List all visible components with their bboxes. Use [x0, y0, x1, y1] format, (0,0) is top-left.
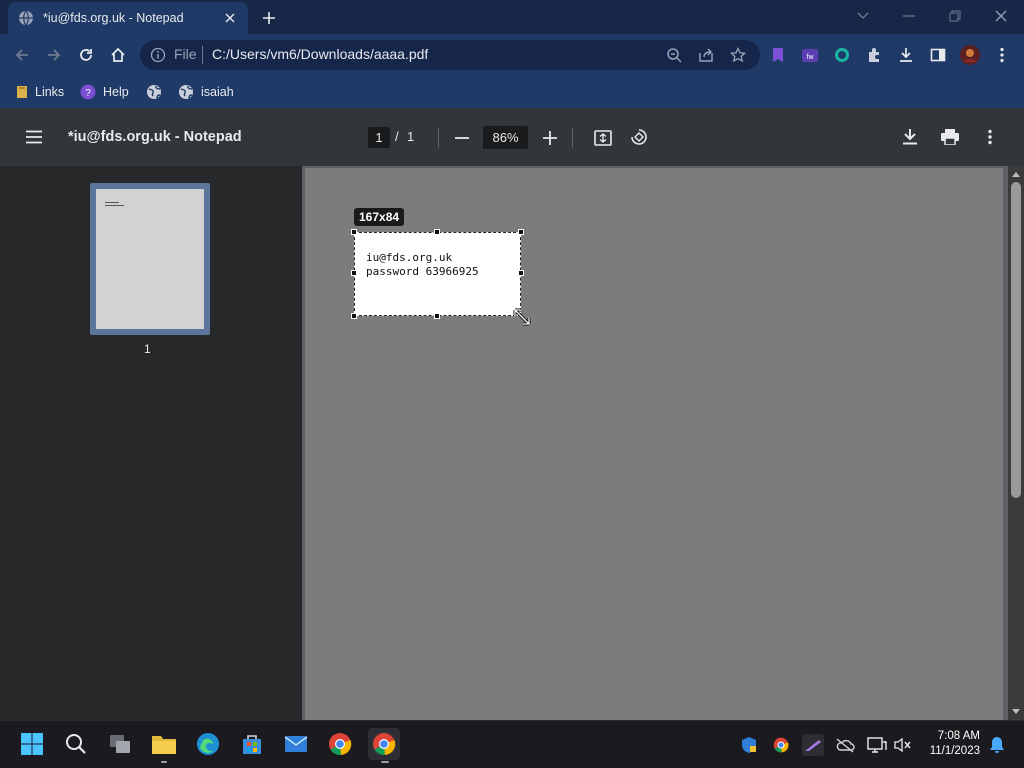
forward-icon[interactable]: [40, 41, 68, 69]
cloud-offline-icon[interactable]: [834, 734, 856, 756]
thumbnail-text-line: [105, 202, 119, 203]
bookmark-help[interactable]: ? Help: [80, 82, 129, 102]
task-view-icon[interactable]: [104, 728, 136, 760]
mail-icon[interactable]: [280, 728, 312, 760]
side-panel-icon[interactable]: [924, 41, 952, 69]
pdf-document-title: *iu@fds.org.uk - Notepad: [68, 129, 242, 145]
running-indicator: [381, 761, 389, 763]
bookmark-isaiah[interactable]: isaiah: [178, 82, 234, 102]
store-icon[interactable]: [236, 728, 268, 760]
file-explorer-icon[interactable]: [148, 728, 180, 760]
extension-fw-icon[interactable]: fw: [796, 41, 824, 69]
clock-time: 7:08 AM: [937, 730, 980, 742]
network-icon[interactable]: [866, 734, 888, 756]
fit-page-icon[interactable]: [589, 124, 617, 152]
resize-handle-left[interactable]: [351, 270, 357, 276]
reload-icon[interactable]: [72, 41, 100, 69]
rotate-icon[interactable]: [625, 123, 653, 151]
zoom-out-icon[interactable]: [448, 124, 476, 152]
share-icon[interactable]: [692, 41, 720, 69]
zoom-icon[interactable]: [660, 41, 688, 69]
scroll-down-icon[interactable]: [1010, 706, 1022, 718]
back-icon[interactable]: [8, 41, 36, 69]
new-tab-icon[interactable]: [258, 8, 280, 28]
download-icon[interactable]: [892, 41, 920, 69]
extensions-puzzle-icon[interactable]: [860, 41, 888, 69]
bookmark-label: isaiah: [201, 85, 234, 99]
home-icon[interactable]: [104, 41, 132, 69]
profile-avatar-icon[interactable]: [956, 41, 984, 69]
scrollbar-thumb[interactable]: [1011, 182, 1021, 498]
start-icon[interactable]: [16, 728, 48, 760]
running-indicator: [161, 761, 167, 763]
close-window-icon[interactable]: [978, 4, 1024, 28]
thumbnail-page-number: 1: [144, 342, 151, 356]
menu-kebab-icon[interactable]: [988, 41, 1016, 69]
svg-text:?: ?: [85, 88, 91, 99]
page-thumbnail[interactable]: [96, 189, 204, 329]
browser-tab[interactable]: *iu@fds.org.uk - Notepad: [8, 2, 248, 34]
globe-icon: [178, 84, 194, 100]
page-total: 1: [407, 129, 415, 144]
resize-handle-bottom[interactable]: [434, 313, 440, 319]
taskbar-clock[interactable]: 7:08 AM 11/1/2023: [918, 729, 980, 759]
resize-handle-bottom-left[interactable]: [351, 313, 357, 319]
page-number-input[interactable]: 1: [368, 127, 390, 148]
toolbar-divider: [572, 128, 573, 148]
bookmark-label: Links: [35, 85, 65, 99]
resize-cursor-icon: [512, 307, 532, 327]
extension-bookmark-icon[interactable]: [764, 41, 792, 69]
resize-handle-top[interactable]: [434, 229, 440, 235]
globe-icon: [18, 10, 34, 26]
selection-size-badge: 167x84: [354, 208, 405, 226]
bookmark-links[interactable]: Links: [16, 82, 64, 102]
resize-handle-top-left[interactable]: [351, 229, 357, 235]
thumbnail-text-line: [105, 205, 124, 206]
resize-handle-top-right[interactable]: [518, 229, 524, 235]
edge-icon[interactable]: [192, 728, 224, 760]
info-icon[interactable]: [150, 47, 166, 63]
restore-icon[interactable]: [932, 4, 978, 28]
volume-muted-icon[interactable]: [892, 734, 914, 756]
bookmark-label: Help: [103, 85, 129, 99]
tab-search-icon[interactable]: [840, 4, 886, 28]
chrome-tray-icon[interactable]: [770, 734, 792, 756]
snip-email-line: iu@fds.org.uk: [366, 251, 453, 264]
bookmark-folder-icon: [16, 85, 28, 99]
defender-shield-icon[interactable]: [738, 734, 760, 756]
resize-handle-right[interactable]: [518, 270, 524, 276]
chrome-icon[interactable]: [324, 728, 356, 760]
notification-bell-icon[interactable]: [986, 734, 1008, 756]
tab-title: *iu@fds.org.uk - Notepad: [43, 11, 184, 25]
extension-ring-icon[interactable]: [828, 41, 856, 69]
clock-date: 11/1/2023: [929, 745, 980, 757]
help-icon: ?: [80, 84, 96, 100]
print-icon[interactable]: [936, 123, 964, 151]
minimize-icon[interactable]: [886, 4, 932, 28]
pdf-more-icon[interactable]: [976, 123, 1004, 151]
address-divider: [202, 46, 203, 64]
star-icon[interactable]: [724, 41, 752, 69]
chrome-icon[interactable]: [368, 728, 400, 760]
zoom-level-input[interactable]: 86%: [483, 126, 528, 149]
pen-tray-icon[interactable]: [802, 734, 824, 756]
toolbar-divider: [438, 128, 439, 148]
svg-text:fw: fw: [807, 54, 815, 61]
address-scheme-label: File: [174, 46, 197, 62]
snip-password-line: password 63966925: [366, 265, 479, 278]
search-icon[interactable]: [60, 728, 92, 760]
pdf-download-icon[interactable]: [896, 123, 924, 151]
bookmark-globe[interactable]: [146, 82, 169, 102]
hamburger-menu-icon[interactable]: [20, 123, 48, 151]
page-separator: /: [395, 129, 399, 144]
address-url[interactable]: C:/Users/vm6/Downloads/aaaa.pdf: [212, 46, 428, 62]
tab-close-icon[interactable]: [222, 10, 238, 26]
snip-text: iu@fds.org.uk password 63966925: [366, 251, 479, 279]
globe-icon: [146, 84, 162, 100]
scroll-up-icon[interactable]: [1010, 168, 1022, 180]
zoom-in-icon[interactable]: [536, 124, 564, 152]
